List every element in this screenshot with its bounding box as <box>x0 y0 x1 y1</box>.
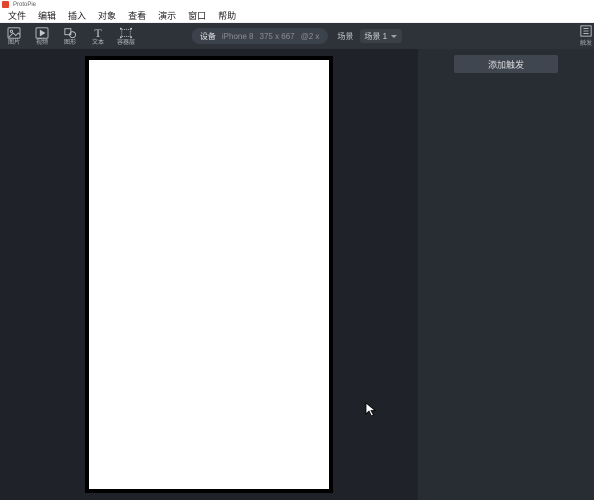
right-corner-label: 触发 <box>580 38 592 47</box>
chevron-down-icon <box>391 35 397 38</box>
device-scale: @2 x <box>301 32 320 41</box>
app-title: ProtoPie <box>13 2 36 8</box>
cursor-icon <box>365 402 377 418</box>
right-corner-button[interactable]: 触发 <box>578 25 594 47</box>
scene-dropdown[interactable]: 场景 1 <box>359 29 402 43</box>
right-panel: 添加触发 <box>418 49 594 500</box>
container-tool-button[interactable]: 容器层 <box>112 23 140 49</box>
toolbar-center: 设备 iPhone 8 375 x 667 @2 x 场景 场景 1 <box>192 23 402 49</box>
menu-window[interactable]: 窗口 <box>182 8 212 23</box>
scene-selector: 场景 场景 1 <box>337 29 402 43</box>
menu-bar: 文件 编辑 插入 对象 查看 演示 窗口 帮助 <box>0 9 594 23</box>
image-tool-button[interactable]: 图片 <box>0 23 28 49</box>
menu-file[interactable]: 文件 <box>2 8 32 23</box>
video-tool-button[interactable]: 视频 <box>28 23 56 49</box>
video-icon <box>35 27 49 39</box>
device-size: 375 x 667 <box>259 32 294 41</box>
add-trigger-button[interactable]: 添加触发 <box>454 55 558 73</box>
shape-tool-label: 图形 <box>64 40 76 46</box>
canvas[interactable] <box>89 60 329 489</box>
canvas-frame <box>86 57 332 492</box>
menu-help[interactable]: 帮助 <box>212 8 242 23</box>
image-tool-label: 图片 <box>8 40 20 46</box>
menu-present[interactable]: 演示 <box>152 8 182 23</box>
device-selector[interactable]: 设备 iPhone 8 375 x 667 @2 x <box>192 28 328 44</box>
menu-view[interactable]: 查看 <box>122 8 152 23</box>
container-tool-label: 容器层 <box>117 40 135 46</box>
image-icon <box>7 27 21 39</box>
workspace: 添加触发 <box>0 49 594 500</box>
app-logo <box>2 1 9 8</box>
add-trigger-label: 添加触发 <box>488 58 524 71</box>
toolbar-left: 图片 视频 图形 T 文本 <box>0 23 140 49</box>
text-tool-label: 文本 <box>92 40 104 46</box>
scene-label: 场景 <box>337 31 353 42</box>
device-model: iPhone 8 <box>222 32 254 41</box>
toolbar: 图片 视频 图形 T 文本 <box>0 23 594 49</box>
menu-object[interactable]: 对象 <box>92 8 122 23</box>
video-tool-label: 视频 <box>36 40 48 46</box>
text-tool-button[interactable]: T 文本 <box>84 23 112 49</box>
menu-edit[interactable]: 编辑 <box>32 8 62 23</box>
shape-tool-button[interactable]: 图形 <box>56 23 84 49</box>
canvas-area[interactable] <box>0 49 418 500</box>
device-label: 设备 <box>200 31 216 42</box>
shape-icon <box>63 27 77 39</box>
container-icon <box>119 27 133 39</box>
menu-insert[interactable]: 插入 <box>62 8 92 23</box>
toolbar-right: 触发 <box>578 23 594 49</box>
text-icon: T <box>91 27 105 39</box>
scene-selected: 场景 1 <box>364 31 387 42</box>
